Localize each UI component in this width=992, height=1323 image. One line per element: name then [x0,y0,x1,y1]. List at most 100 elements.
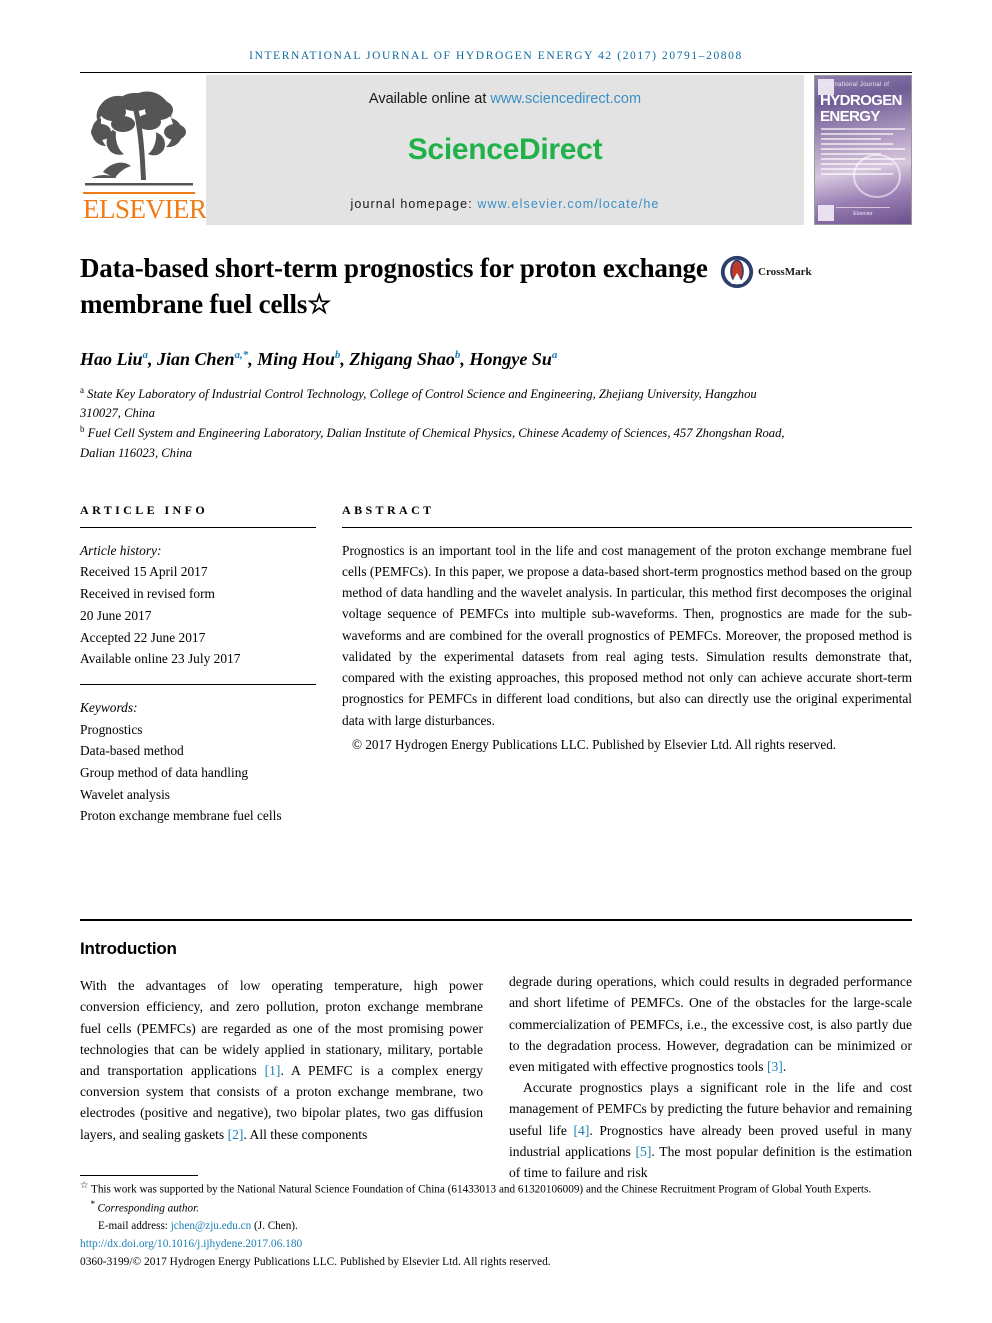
cover-circle-graphic [853,154,901,198]
introduction-paragraph-left: With the advantages of low operating tem… [80,975,483,1145]
journal-homepage-link[interactable]: www.elsevier.com/locate/he [477,197,659,211]
page-title: Data-based short-term prognostics for pr… [80,251,720,323]
corresponding-author-text: Corresponding author. [97,1203,199,1216]
journal-homepage-label: journal homepage: [350,197,478,211]
citation-ref-1[interactable]: [1] [265,1063,281,1078]
article-title-text: Data-based short-term prognostics for pr… [80,253,708,319]
author-affiliation-marker: a,* [234,348,249,361]
citation-ref-5[interactable]: [5] [636,1144,652,1159]
intro-text-c: . All these components [243,1126,368,1142]
keyword-item: Proton exchange membrane fuel cells [80,808,282,824]
history-item: Available online 23 July 2017 [80,651,241,667]
affiliation-text: Fuel Cell System and Engineering Laborat… [80,426,785,460]
abstract-rule [342,526,912,528]
masthead: ELSEVIER Available online at www.science… [80,75,912,225]
header-rule [80,72,912,73]
body-columns: Introduction With the advantages of low … [80,921,912,1183]
journal-homepage-line: journal homepage: www.elsevier.com/locat… [351,197,660,211]
citation-ref-3[interactable]: [3] [767,1059,783,1074]
article-history-block: Article history: Received 15 April 2017 … [80,540,316,670]
affiliation-list: a State Key Laboratory of Industrial Con… [80,384,800,463]
issn-copyright-line: 0360-3199/© 2017 Hydrogen Energy Publica… [80,1256,551,1269]
history-item: Received in revised form [80,586,215,602]
keywords-rule [80,683,316,685]
article-page: International Journal of Hydrogen Energy… [0,0,992,1323]
author-affiliation-marker: b [334,348,341,361]
crossmark-icon [720,255,754,289]
keyword-item: Group method of data handling [80,765,249,781]
elsevier-tree-icon [85,91,193,186]
author-item: Jian Chena,* [157,349,248,369]
author-affiliation-marker: a [142,348,149,361]
elsevier-wordmark: ELSEVIER [83,192,207,224]
keyword-item: Wavelet analysis [80,786,171,802]
intro-right-text-a: degrade during operations, which could r… [509,974,912,1074]
article-info-column: Article info Article history: Received 1… [80,503,316,827]
email-footnote: E-mail address: jchen@zju.edu.cn (J. Che… [80,1218,912,1235]
abstract-heading: Abstract [342,502,435,517]
author-item: Zhigang Shaob [349,349,460,369]
abstract-text: Prognostics is an important tool in the … [342,542,912,728]
funding-footnote-marker: ☆ [80,1181,89,1192]
cover-superline: International Journal of [821,82,890,88]
article-history-label: Article history: [80,542,162,558]
corresponding-author-marker: * [90,1200,95,1211]
sciencedirect-wordmark: ScienceDirect [407,133,603,166]
corresponding-author-footnote: * Corresponding author. [80,1199,912,1217]
email-link[interactable]: jchen@zju.edu.cn [171,1220,252,1232]
author-item: Ming Houb [257,349,340,369]
email-suffix: (J. Chen). [251,1219,298,1232]
footnote-block: ☆ This work was supported by the Nationa… [80,1175,912,1271]
author-item: Hao Liua [80,349,148,369]
column-spacer [509,921,912,971]
crossmark-badge[interactable]: CrossMark [720,255,812,289]
abstract-copyright: © 2017 Hydrogen Energy Publications LLC.… [352,736,837,752]
author-name: Ming Hou [257,348,335,369]
intro-right-text-b: . [782,1059,787,1074]
keywords-block: Keywords: Prognostics Data-based method … [80,697,316,827]
footnote-rule [80,1175,198,1177]
doi-link[interactable]: http://dx.doi.org/10.1016/j.ijhydene.201… [80,1236,912,1253]
abstract-column: Abstract Prognostics is an important too… [342,503,912,827]
cover-footer: Elsevier [815,207,911,217]
funding-footnote: ☆ This work was supported by the Nationa… [80,1180,912,1198]
body-column-left: Introduction With the advantages of low … [80,921,483,1183]
citation-ref-4[interactable]: [4] [574,1123,590,1138]
title-footnote-marker[interactable]: ☆ [307,289,331,319]
available-online-prefix: Available online at [368,91,491,107]
elsevier-logo: ELSEVIER [80,75,207,225]
introduction-heading: Introduction [80,939,177,959]
author-affiliation-marker: a [551,348,558,361]
sciencedirect-link[interactable]: www.sciencedirect.com [490,91,641,107]
author-name: Hongye Su [469,348,552,369]
crossmark-label: CrossMark [758,266,812,278]
history-item: Received 15 April 2017 [80,564,208,580]
author-affiliation-marker: b [454,348,461,361]
article-info-rule [80,526,316,528]
author-name: Zhigang Shao [349,348,455,369]
affiliation-marker: b [80,424,85,435]
title-row: Data-based short-term prognostics for pr… [80,251,912,323]
funding-footnote-text: This work was supported by the National … [90,1183,872,1196]
keyword-item: Data-based method [80,743,184,759]
introduction-paragraph-right: degrade during operations, which could r… [509,971,912,1183]
author-name: Hao Liu [80,348,143,369]
info-abstract-grid: Article info Article history: Received 1… [80,503,912,827]
affiliation-item: b Fuel Cell System and Engineering Labor… [80,423,800,462]
journal-cover-thumbnail: International Journal of HYDROGEN ENERGY… [814,75,912,225]
available-online-line: Available online at www.sciencedirect.co… [369,91,641,107]
keywords-label: Keywords: [80,699,138,715]
email-label: E-mail address: [98,1219,171,1232]
affiliation-marker: a [80,384,84,395]
article-info-heading: Article info [80,502,209,517]
author-list: Hao Liua, Jian Chena,*, Ming Houb, Zhiga… [80,348,558,369]
author-item: Hongye Sua [469,349,557,369]
keyword-item: Prognostics [80,721,143,737]
sciencedirect-band: Available online at www.sciencedirect.co… [206,75,804,225]
cover-title-line2: ENERGY [820,108,880,125]
history-item: Accepted 22 June 2017 [80,629,206,645]
body-column-right: degrade during operations, which could r… [509,921,912,1183]
citation-ref-2[interactable]: [2] [228,1127,244,1142]
author-name: Jian Chen [157,348,235,369]
history-item: 20 June 2017 [80,607,152,623]
